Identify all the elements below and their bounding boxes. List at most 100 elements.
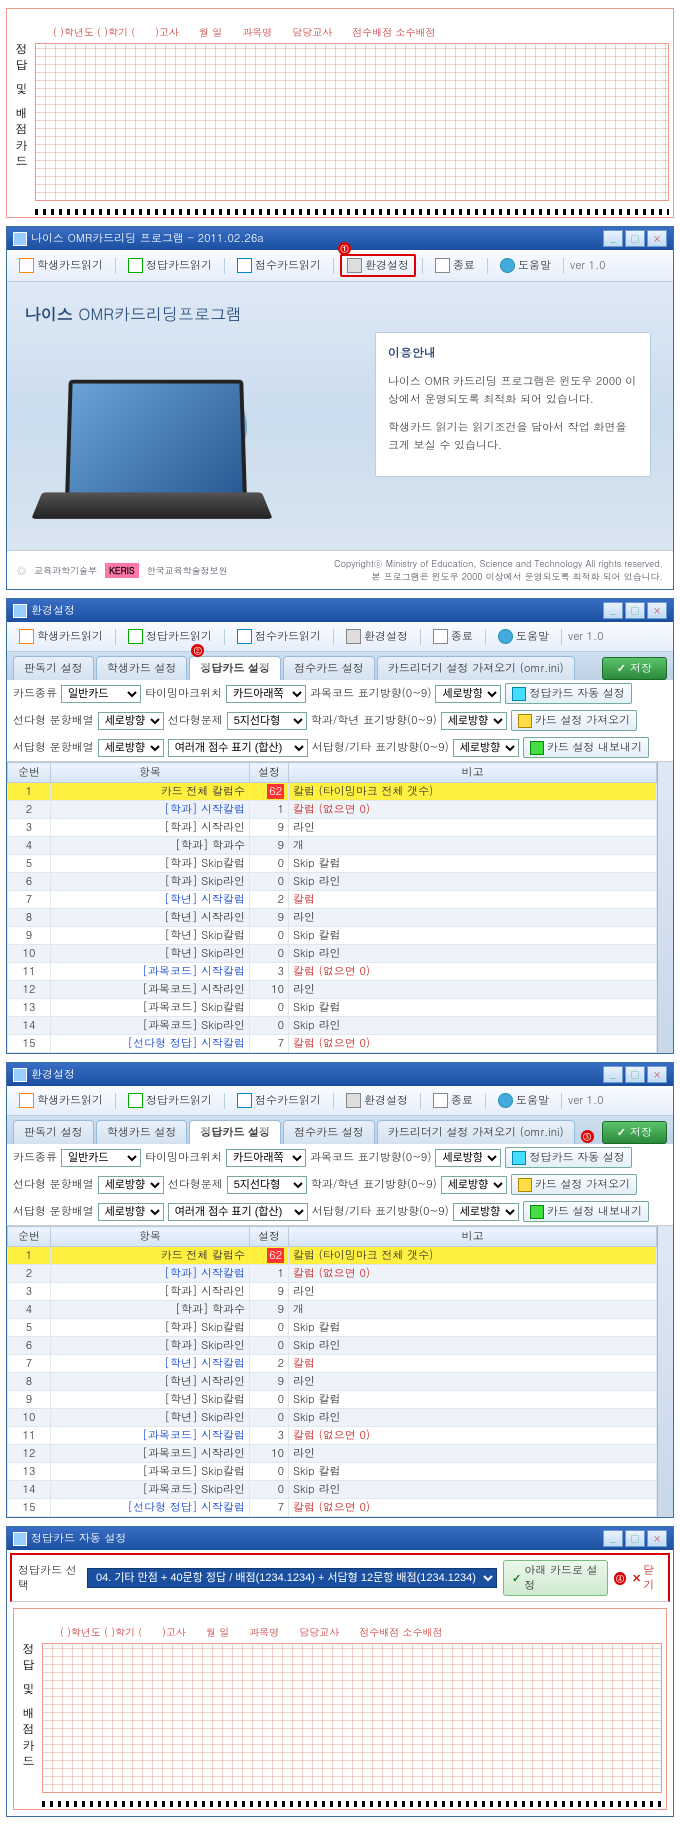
btn-auto[interactable]: 정답카드 자동 설정 xyxy=(505,1147,631,1168)
tb-env[interactable]: 환경설정 xyxy=(340,1090,414,1111)
sel-dir2[interactable]: 세로방향 xyxy=(441,712,507,730)
sel-choice-dir[interactable]: 세로방향 xyxy=(98,712,164,730)
minimize-button[interactable]: _ xyxy=(603,1066,623,1083)
table-row[interactable]: 13[과목코드] Skip칼럼0Skip 칼럼 xyxy=(8,1463,657,1481)
tb-score[interactable]: 점수카드읽기 xyxy=(231,626,327,647)
maximize-button[interactable]: □ xyxy=(625,602,645,619)
save-button[interactable]: 저장 xyxy=(602,1121,667,1144)
tab-ini[interactable]: 카드리더기 설정 가져오기 (omr.ini) xyxy=(377,1120,575,1144)
table-row[interactable]: 10[학년] Skip라인0Skip 라인 xyxy=(8,1409,657,1427)
tb-exit[interactable]: 종료 xyxy=(429,255,481,276)
save-button[interactable]: 저장 xyxy=(602,657,667,680)
table-row[interactable]: 8[학년] 시작라인9라인 xyxy=(8,909,657,927)
table-row[interactable]: 15[선다형 정답] 시작칼럼7칼럼 (없으면 0) xyxy=(8,1035,657,1053)
table-row[interactable]: 14[과목코드] Skip라인0Skip 라인 xyxy=(8,1017,657,1035)
tb-env[interactable]: 환경설정 xyxy=(340,626,414,647)
tb-answer[interactable]: 정답카드읽기 xyxy=(122,1090,218,1111)
table-row[interactable]: 7[학년] 시작칼럼2칼럼 xyxy=(8,1355,657,1373)
sel-dir3[interactable]: 세로방향 xyxy=(453,739,519,757)
sel-choice-q[interactable]: 5지선다형 xyxy=(227,712,307,730)
sel-short-dir[interactable]: 세로방향 xyxy=(98,1203,164,1221)
sel-dir2[interactable]: 세로방향 xyxy=(441,1176,507,1194)
sel-multi[interactable]: 여러개 점수 표기 (합산) xyxy=(168,739,308,757)
sel-multi[interactable]: 여러개 점수 표기 (합산) xyxy=(168,1203,308,1221)
tb-answer[interactable]: 정답카드읽기 xyxy=(122,255,218,276)
table-row[interactable]: 10[학년] Skip라인0Skip 라인 xyxy=(8,945,657,963)
maximize-button[interactable]: □ xyxy=(625,1066,645,1083)
sel-cardtype[interactable]: 일반카드 xyxy=(61,1149,141,1167)
close-button[interactable]: × xyxy=(647,1066,667,1083)
table-row[interactable]: 3[학과] 시작라인9라인 xyxy=(8,1283,657,1301)
tb-exit[interactable]: 종료 xyxy=(427,1090,479,1111)
tb-help[interactable]: 도움말 xyxy=(494,255,557,276)
tb-score[interactable]: 점수카드읽기 xyxy=(231,1090,327,1111)
sel-choice-dir[interactable]: 세로방향 xyxy=(98,1176,164,1194)
table-row[interactable]: 15[선다형 정답] 시작칼럼7칼럼 (없으면 0) xyxy=(8,1499,657,1517)
table-row[interactable]: 9[학년] Skip칼럼0Skip 칼럼 xyxy=(8,1391,657,1409)
sel-timing[interactable]: 카드아래쪽 xyxy=(226,685,306,703)
table-row[interactable]: 3[학과] 시작라인9라인 xyxy=(8,819,657,837)
minimize-button[interactable]: _ xyxy=(603,1530,623,1547)
tab-reader[interactable]: 판독기 설정 xyxy=(13,1120,94,1144)
btn-load[interactable]: 카드 설정 가져오기 xyxy=(511,710,637,731)
tab-answer[interactable]: 정답카드 설정 xyxy=(189,656,281,680)
table-row[interactable]: 6[학과] Skip라인0Skip 라인 xyxy=(8,873,657,891)
table-row[interactable]: 1카드 전체 칼럼수62칼럼 (타이밍마크 전체 갯수) xyxy=(8,1247,657,1265)
close-button[interactable]: × xyxy=(647,602,667,619)
maximize-button[interactable]: □ xyxy=(625,1530,645,1547)
table-row[interactable]: 7[학년] 시작칼럼2칼럼 xyxy=(8,891,657,909)
table-row[interactable]: 13[과목코드] Skip칼럼0Skip 칼럼 xyxy=(8,999,657,1017)
sel-short-dir[interactable]: 세로방향 xyxy=(98,739,164,757)
sel-dir3[interactable]: 세로방향 xyxy=(453,1203,519,1221)
table-row[interactable]: 11[과목코드] 시작칼럼3칼럼 (없으면 0) xyxy=(8,963,657,981)
table-row[interactable]: 14[과목코드] Skip라인0Skip 라인 xyxy=(8,1481,657,1499)
table-row[interactable]: 11[과목코드] 시작칼럼3칼럼 (없으면 0) xyxy=(8,1427,657,1445)
tb-student[interactable]: 학생카드읽기 xyxy=(13,1090,109,1111)
table-row[interactable]: 6[학과] Skip라인0Skip 라인 xyxy=(8,1337,657,1355)
tab-reader[interactable]: 판독기 설정 xyxy=(13,656,94,680)
tb-answer[interactable]: 정답카드읽기 xyxy=(122,626,218,647)
table-row[interactable]: 8[학년] 시작라인9라인 xyxy=(8,1373,657,1391)
table-row[interactable]: 12[과목코드] 시작라인10라인 xyxy=(8,981,657,999)
close-button[interactable]: × xyxy=(647,1530,667,1547)
table-row[interactable]: 4[학과] 학과수9개 xyxy=(8,1301,657,1319)
scrollbar[interactable] xyxy=(657,1226,673,1517)
minimize-button[interactable]: _ xyxy=(603,230,623,247)
scrollbar[interactable] xyxy=(657,762,673,1053)
tb-help[interactable]: 도움말 xyxy=(492,626,555,647)
table-row[interactable]: 9[학년] Skip칼럼0Skip 칼럼 xyxy=(8,927,657,945)
btn-load[interactable]: 카드 설정 가져오기 xyxy=(511,1174,637,1195)
auto-select[interactable]: 04. 기타 만점 + 40문항 정답 / 배점(1234.1234) + 서답… xyxy=(87,1568,497,1588)
tab-score[interactable]: 점수카드 설정 xyxy=(283,656,375,680)
tb-student[interactable]: 학생카드읽기 xyxy=(13,626,109,647)
sel-dir1[interactable]: 세로방향 xyxy=(435,1149,501,1167)
tab-student[interactable]: 학생카드 설정 xyxy=(96,656,188,680)
close-link[interactable]: 닫기 xyxy=(632,1563,662,1593)
close-button[interactable]: × xyxy=(647,230,667,247)
tb-env[interactable]: 환경설정 xyxy=(340,254,416,277)
tab-ini[interactable]: 카드리더기 설정 가져오기 (omr.ini) xyxy=(377,656,575,680)
tb-help[interactable]: 도움말 xyxy=(492,1090,555,1111)
btn-export[interactable]: 카드 설정 내보내기 xyxy=(523,1201,649,1222)
table-row[interactable]: 12[과목코드] 시작라인10라인 xyxy=(8,1445,657,1463)
maximize-button[interactable]: □ xyxy=(625,230,645,247)
tb-score[interactable]: 점수카드읽기 xyxy=(231,255,327,276)
btn-export[interactable]: 카드 설정 내보내기 xyxy=(523,737,649,758)
sel-dir1[interactable]: 세로방향 xyxy=(435,685,501,703)
tab-score[interactable]: 점수카드 설정 xyxy=(283,1120,375,1144)
tb-student[interactable]: 학생카드읽기 xyxy=(13,255,109,276)
tab-answer[interactable]: 정답카드 설정 xyxy=(189,1120,281,1144)
table-row[interactable]: 4[학과] 학과수9개 xyxy=(8,837,657,855)
sel-timing[interactable]: 카드아래쪽 xyxy=(226,1149,306,1167)
apply-button[interactable]: 아래 카드로 설정 xyxy=(503,1560,608,1596)
sel-choice-q[interactable]: 5지선다형 xyxy=(227,1176,307,1194)
table-row[interactable]: 2[학과] 시작칼럼1칼럼 (없으면 0) xyxy=(8,801,657,819)
table-row[interactable]: 2[학과] 시작칼럼1칼럼 (없으면 0) xyxy=(8,1265,657,1283)
tab-student[interactable]: 학생카드 설정 xyxy=(96,1120,188,1144)
btn-auto[interactable]: 정답카드 자동 설정 xyxy=(505,683,631,704)
table-row[interactable]: 5[학과] Skip칼럼0Skip 칼럼 xyxy=(8,855,657,873)
sel-cardtype[interactable]: 일반카드 xyxy=(61,685,141,703)
minimize-button[interactable]: _ xyxy=(603,602,623,619)
tb-exit[interactable]: 종료 xyxy=(427,626,479,647)
table-row[interactable]: 5[학과] Skip칼럼0Skip 칼럼 xyxy=(8,1319,657,1337)
